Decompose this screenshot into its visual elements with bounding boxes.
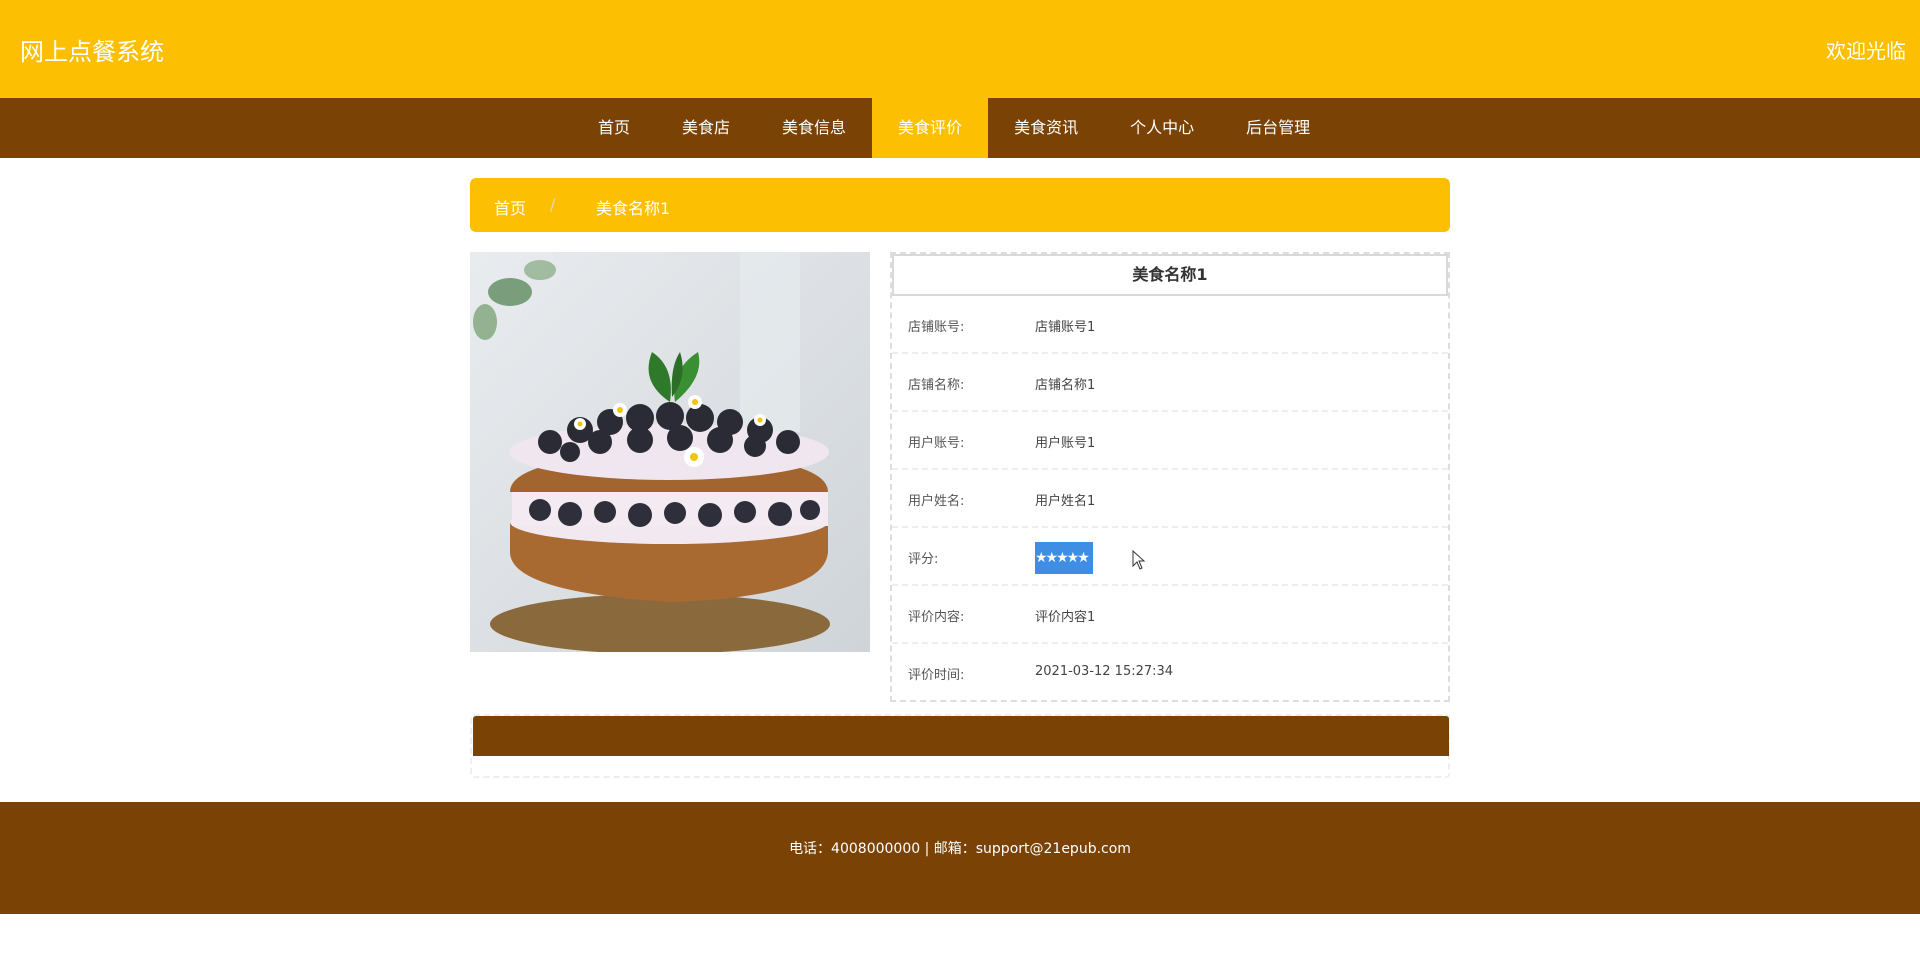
detail-value: 店铺账号1 bbox=[1035, 320, 1096, 335]
nav-item-food-news[interactable]: 美食资讯 bbox=[988, 98, 1104, 158]
detail-label: 店铺账号: bbox=[908, 320, 965, 335]
detail-value: 店铺名称1 bbox=[1035, 378, 1096, 393]
detail-row-shop-name: 店铺名称: 店铺名称1 bbox=[892, 354, 1448, 412]
detail-label: 评分: bbox=[908, 552, 939, 567]
nav-item-food-shop[interactable]: 美食店 bbox=[656, 98, 756, 158]
food-image bbox=[470, 252, 870, 652]
detail-value: 用户账号1 bbox=[1035, 436, 1096, 451]
breadcrumb-home-link[interactable]: 首页 bbox=[494, 195, 526, 219]
detail-value: 用户姓名1 bbox=[1035, 494, 1096, 509]
nav-item-personal-center[interactable]: 个人中心 bbox=[1104, 98, 1220, 158]
nav-item-home[interactable]: 首页 bbox=[572, 98, 656, 158]
breadcrumb: 首页 / 美食名称1 bbox=[470, 178, 1450, 232]
detail-title: 美食名称1 bbox=[892, 254, 1448, 296]
detail-label: 用户姓名: bbox=[908, 494, 965, 509]
detail-row-user-name: 用户姓名: 用户姓名1 bbox=[892, 470, 1448, 528]
detail-label: 店铺名称: bbox=[908, 378, 965, 393]
detail-label: 用户账号: bbox=[908, 436, 965, 451]
detail-row-shop-account: 店铺账号: 店铺账号1 bbox=[892, 296, 1448, 354]
detail-value: 2021-03-12 15:27:34 bbox=[1035, 664, 1174, 679]
welcome-text: 欢迎光临 bbox=[1826, 39, 1906, 63]
footer: 电话：4008000000 | 邮箱：support@21epub.com bbox=[0, 802, 1920, 914]
detail-label: 评价内容: bbox=[908, 610, 965, 625]
footer-contact: 电话：4008000000 | 邮箱：support@21epub.com bbox=[789, 841, 1131, 857]
detail-row-review-time: 评价时间: 2021-03-12 15:27:34 bbox=[892, 644, 1448, 702]
breadcrumb-current: 美食名称1 bbox=[596, 199, 671, 218]
nav-list: 首页 美食店 美食信息 美食评价 美食资讯 个人中心 后台管理 bbox=[572, 98, 1336, 158]
detail-row-review-content: 评价内容: 评价内容1 bbox=[892, 586, 1448, 644]
comment-header-bar bbox=[473, 716, 1449, 756]
breadcrumb-separator: / bbox=[550, 195, 556, 214]
rating-stars: ★★★★★ bbox=[1035, 542, 1093, 574]
detail-label: 评价时间: bbox=[908, 668, 965, 683]
comment-section bbox=[470, 714, 1450, 778]
review-detail-panel: 美食名称1 店铺账号: 店铺账号1 店铺名称: 店铺名称1 用户账号: 用户账号… bbox=[890, 252, 1450, 702]
main-nav: 首页 美食店 美食信息 美食评价 美食资讯 个人中心 后台管理 bbox=[0, 98, 1920, 158]
detail-row-rating: 评分: ★★★★★ bbox=[892, 528, 1448, 586]
detail-row-user-account: 用户账号: 用户账号1 bbox=[892, 412, 1448, 470]
site-title[interactable]: 网上点餐系统 bbox=[20, 32, 164, 67]
nav-item-food-info[interactable]: 美食信息 bbox=[756, 98, 872, 158]
detail-value: 评价内容1 bbox=[1035, 610, 1096, 625]
nav-item-food-review[interactable]: 美食评价 bbox=[872, 98, 989, 158]
cake-photo bbox=[470, 252, 870, 652]
nav-item-admin[interactable]: 后台管理 bbox=[1220, 98, 1336, 158]
top-header: 网上点餐系统 欢迎光临 bbox=[0, 0, 1920, 98]
mouse-pointer-icon bbox=[1132, 550, 1146, 570]
